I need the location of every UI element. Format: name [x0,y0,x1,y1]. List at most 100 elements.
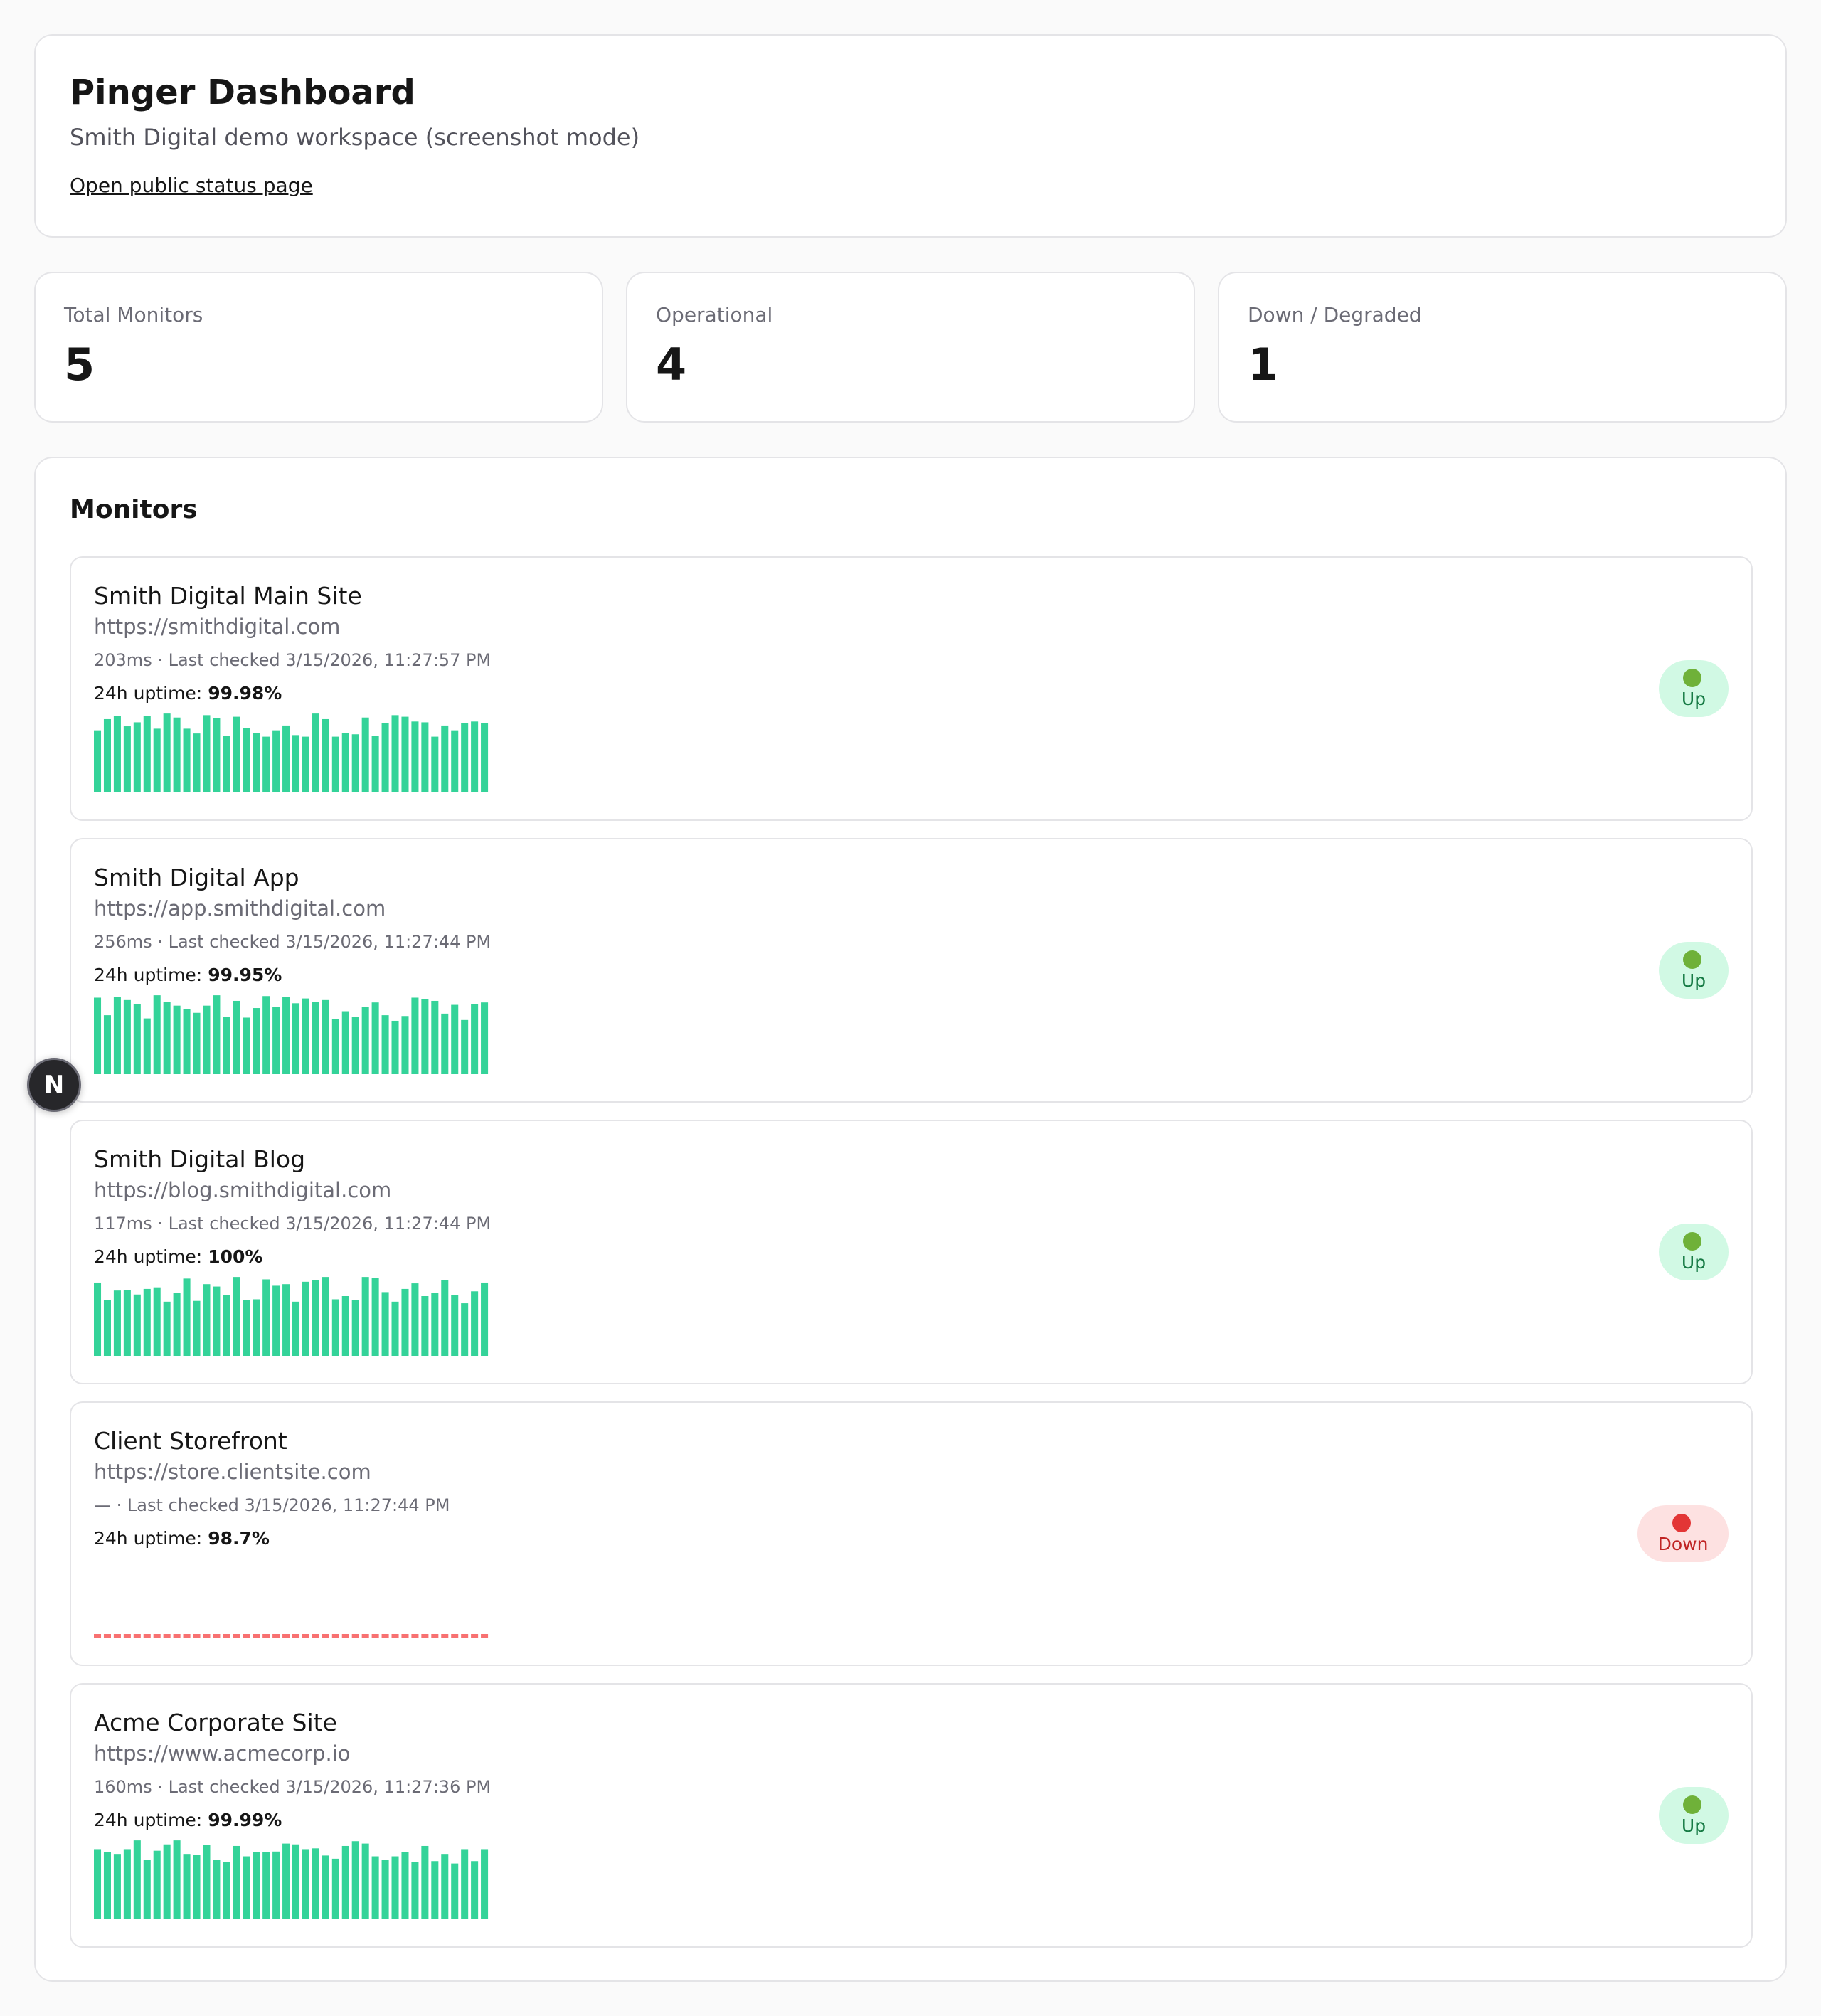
uptime-bar [153,1287,161,1356]
uptime-bar [371,1002,379,1074]
uptime-bar [183,1854,191,1919]
uptime-bar [262,1634,270,1638]
uptime-bar [371,736,379,792]
uptime-bar [401,1016,409,1074]
stat-card-operational: Operational 4 [626,272,1195,423]
uptime-bar [213,718,221,792]
uptime-bar [183,1278,191,1356]
uptime-bar [461,1019,469,1074]
uptime-bar [302,1281,309,1356]
uptime-bar [481,1849,489,1919]
uptime-bar [331,1634,339,1638]
monitor-item[interactable]: Client Storefront https://store.clientsi… [70,1401,1753,1666]
dev-tools-button[interactable]: N [27,1058,81,1112]
uptime-bar [451,1295,459,1356]
uptime-bar [243,728,250,792]
stat-card-total-monitors: Total Monitors 5 [34,272,603,423]
stat-value: 1 [1248,339,1279,391]
status-dot-icon [1683,950,1701,969]
uptime-bar [411,1862,419,1919]
uptime-bar [193,1300,201,1356]
uptime-bar [213,1634,221,1638]
uptime-bar [431,1293,439,1356]
uptime-bar [431,1634,439,1638]
uptime-bar [322,1634,329,1638]
uptime-bar [203,1284,211,1356]
uptime-bar [351,1300,359,1356]
uptime-bar [481,1002,489,1074]
header-card: Pinger Dashboard Smith Digital demo work… [34,34,1787,238]
uptime-bar [371,1856,379,1919]
uptime-bar [322,1277,329,1356]
uptime-bar [381,1860,389,1919]
uptime-bar [401,1288,409,1356]
monitor-meta: — · Last checked 3/15/2026, 11:27:44 PM [94,1495,450,1515]
uptime-bar [183,728,191,792]
monitor-item[interactable]: Acme Corporate Site https://www.acmecorp… [70,1683,1753,1948]
stat-label: Operational [656,303,773,327]
uptime-bar [421,999,429,1074]
uptime-bar [421,722,429,792]
public-status-page-link[interactable]: Open public status page [70,174,313,197]
monitor-name: Client Storefront [94,1427,287,1455]
uptime-bar [253,1008,260,1074]
uptime-bar [341,1296,349,1356]
uptime-bar [272,1285,280,1356]
uptime-bar [421,1845,429,1919]
uptime-bar [143,1288,151,1356]
uptime-bar [441,725,449,792]
uptime-bar [351,734,359,792]
uptime-bar [223,1634,230,1638]
status-label: Up [1681,970,1706,991]
monitor-item[interactable]: Smith Digital App https://app.smithdigit… [70,838,1753,1103]
uptime-history-chart [94,1634,489,1638]
uptime-bar [471,1634,479,1638]
uptime-bar [391,1301,399,1356]
uptime-bar [243,1634,250,1638]
uptime-bar [461,1303,469,1356]
uptime-bar [322,718,329,792]
monitor-item[interactable]: Smith Digital Blog https://blog.smithdig… [70,1120,1753,1384]
uptime-bar [153,1634,161,1638]
status-dot-icon [1683,1231,1701,1251]
monitor-uptime: 24h uptime: 99.95% [94,965,282,985]
uptime-bar [243,1856,250,1919]
monitor-meta: 256ms · Last checked 3/15/2026, 11:27:44… [94,932,492,952]
uptime-bar [481,1634,489,1638]
uptime-bar [262,736,270,792]
uptime-bar [193,1634,201,1638]
uptime-bar [223,1862,230,1919]
uptime-bar [451,1863,459,1919]
monitor-meta: 203ms · Last checked 3/15/2026, 11:27:57… [94,650,492,670]
uptime-bar [361,1277,369,1356]
uptime-value: 99.98% [208,683,282,704]
monitor-item[interactable]: Smith Digital Main Site https://smithdig… [70,556,1753,821]
uptime-bar [272,1851,280,1919]
uptime-bar [113,1634,121,1638]
uptime-bar [223,1017,230,1074]
uptime-bar [312,1634,319,1638]
uptime-label: 24h uptime: [94,965,203,985]
uptime-bar [163,713,171,792]
monitor-url: https://www.acmecorp.io [94,1741,351,1766]
status-badge: Up [1659,1787,1729,1844]
uptime-bar [103,1634,111,1638]
uptime-bar [253,1634,260,1638]
uptime-bar [401,1852,409,1919]
status-label: Up [1681,688,1706,709]
uptime-bar [163,1844,171,1919]
uptime-bar [431,1861,439,1919]
uptime-value: 99.95% [208,965,282,985]
uptime-bar [113,997,121,1074]
status-label: Down [1657,1533,1709,1554]
status-dot-icon [1683,668,1701,687]
stat-value: 4 [656,339,687,391]
uptime-value: 99.99% [208,1810,282,1830]
uptime-bar [471,1861,479,1919]
stat-label: Total Monitors [64,303,203,327]
uptime-bar [292,1844,300,1919]
uptime-bar [331,1299,339,1356]
uptime-bar [312,713,319,792]
uptime-bar [431,736,439,792]
status-dot-icon [1672,1513,1691,1532]
